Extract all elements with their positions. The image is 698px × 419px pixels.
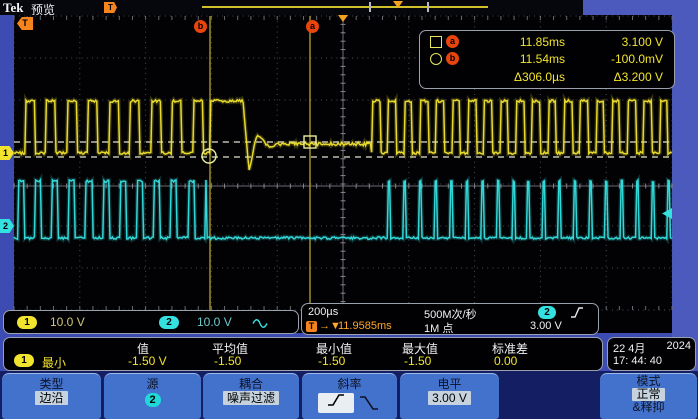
measurement-bar: 值 平均值 最小值 最大值 标准差 1 最小 -1.50 V -1.50 -1.…: [3, 337, 603, 371]
menu-button-source[interactable]: 源 2: [104, 373, 201, 419]
ch1-badge[interactable]: 1: [17, 316, 37, 329]
channel-readout-box: 1 10.0 V 2 10.0 V: [3, 310, 299, 334]
meas-mean: -1.50: [214, 354, 241, 368]
menu-button-slope[interactable]: 斜率: [302, 373, 397, 419]
datetime-box: 22 4月 2024 17: 44: 40: [607, 337, 696, 371]
record-trigger-flag-icon: T: [104, 2, 117, 13]
menu-type-title: 类型: [2, 377, 101, 391]
meas-value: -1.50 V: [128, 354, 167, 368]
horizontal-readout-box: 200µs 500M次/秒 2 T →▼ 11.9585ms 1M 点 3.00…: [301, 303, 599, 335]
cursor-a-volt: 3.100 V: [560, 35, 663, 49]
menu-type-value: 边沿: [35, 391, 67, 405]
menu-source-title: 源: [104, 377, 201, 391]
cursor-b-flag[interactable]: b: [194, 20, 207, 33]
menu-level-value: 3.00 V: [428, 391, 471, 405]
trigger-t-icon: T: [306, 321, 317, 332]
cursor-b-badge: b: [446, 52, 459, 65]
cursor-b-volt: -100.0mV: [560, 52, 663, 66]
cursor-delta-volt: Δ3.200 V: [560, 70, 663, 84]
menu-button-coupling[interactable]: 耦合 噪声过滤: [203, 373, 299, 419]
time-label: 17: 44: 40: [613, 355, 662, 367]
timebase: 200µs: [308, 306, 338, 318]
ch1-scale: 10.0 V: [50, 315, 85, 329]
menu-coupling-title: 耦合: [203, 377, 299, 391]
meas-min: -1.50: [318, 354, 345, 368]
ch2-scale: 10.0 V: [197, 315, 232, 329]
menu-button-mode[interactable]: 模式 正常 &释抑: [600, 373, 697, 419]
cursor-delta-time: Δ306.0µs: [460, 70, 565, 84]
brand-logo: Tek: [3, 0, 23, 16]
record-length: 1M 点: [424, 320, 453, 336]
title-bar: Tek 预览 T: [0, 0, 583, 15]
menu-level-title: 电平: [400, 377, 499, 391]
falling-edge-icon[interactable]: [357, 393, 381, 413]
meas-stddev: 0.00: [494, 354, 517, 368]
menu-slope-title: 斜率: [302, 377, 397, 391]
menu-mode-value2: &释抑: [600, 401, 697, 414]
menu-source-channel-badge: 2: [145, 393, 161, 407]
record-window-right-bracket: [427, 2, 429, 12]
menu-coupling-value: 噪声过滤: [223, 391, 279, 405]
meas-max: -1.50: [404, 354, 431, 368]
menu-button-type[interactable]: 类型 边沿: [2, 373, 101, 419]
trigger-source-badge: 2: [538, 306, 556, 319]
ch2-badge[interactable]: 2: [159, 316, 179, 329]
meas-row-name: 最小: [42, 354, 66, 371]
record-bar: [202, 6, 488, 8]
menu-button-level[interactable]: 电平 3.00 V: [400, 373, 499, 419]
record-window-left-bracket: [369, 2, 371, 12]
cursor-a-badge: a: [446, 35, 459, 48]
trigger-position-icon: [338, 15, 348, 22]
top-right-frame: [583, 0, 673, 15]
date-label: 22 4月: [613, 340, 645, 356]
cursor-b-time: 11.54ms: [460, 52, 565, 66]
cursor-a-square-icon: [430, 36, 442, 48]
sine-wave-icon: [252, 318, 268, 329]
cursor-a-flag[interactable]: a: [306, 20, 319, 33]
trigger-level: 3.00 V: [530, 320, 562, 332]
meas-row-channel-badge: 1: [14, 354, 34, 367]
cursor-a-time: 11.85ms: [460, 35, 565, 49]
rising-edge-icon: [570, 306, 584, 319]
year-label: 2024: [656, 340, 691, 352]
cursor-b-circle-icon: [430, 53, 442, 65]
trigger-position: 11.9585ms: [338, 320, 392, 332]
cursor-readout-box: a 11.85ms 3.100 V b 11.54ms -100.0mV Δ30…: [419, 30, 675, 89]
rising-edge-selected-icon[interactable]: [318, 393, 354, 413]
record-trigger-position-icon: [393, 1, 403, 8]
